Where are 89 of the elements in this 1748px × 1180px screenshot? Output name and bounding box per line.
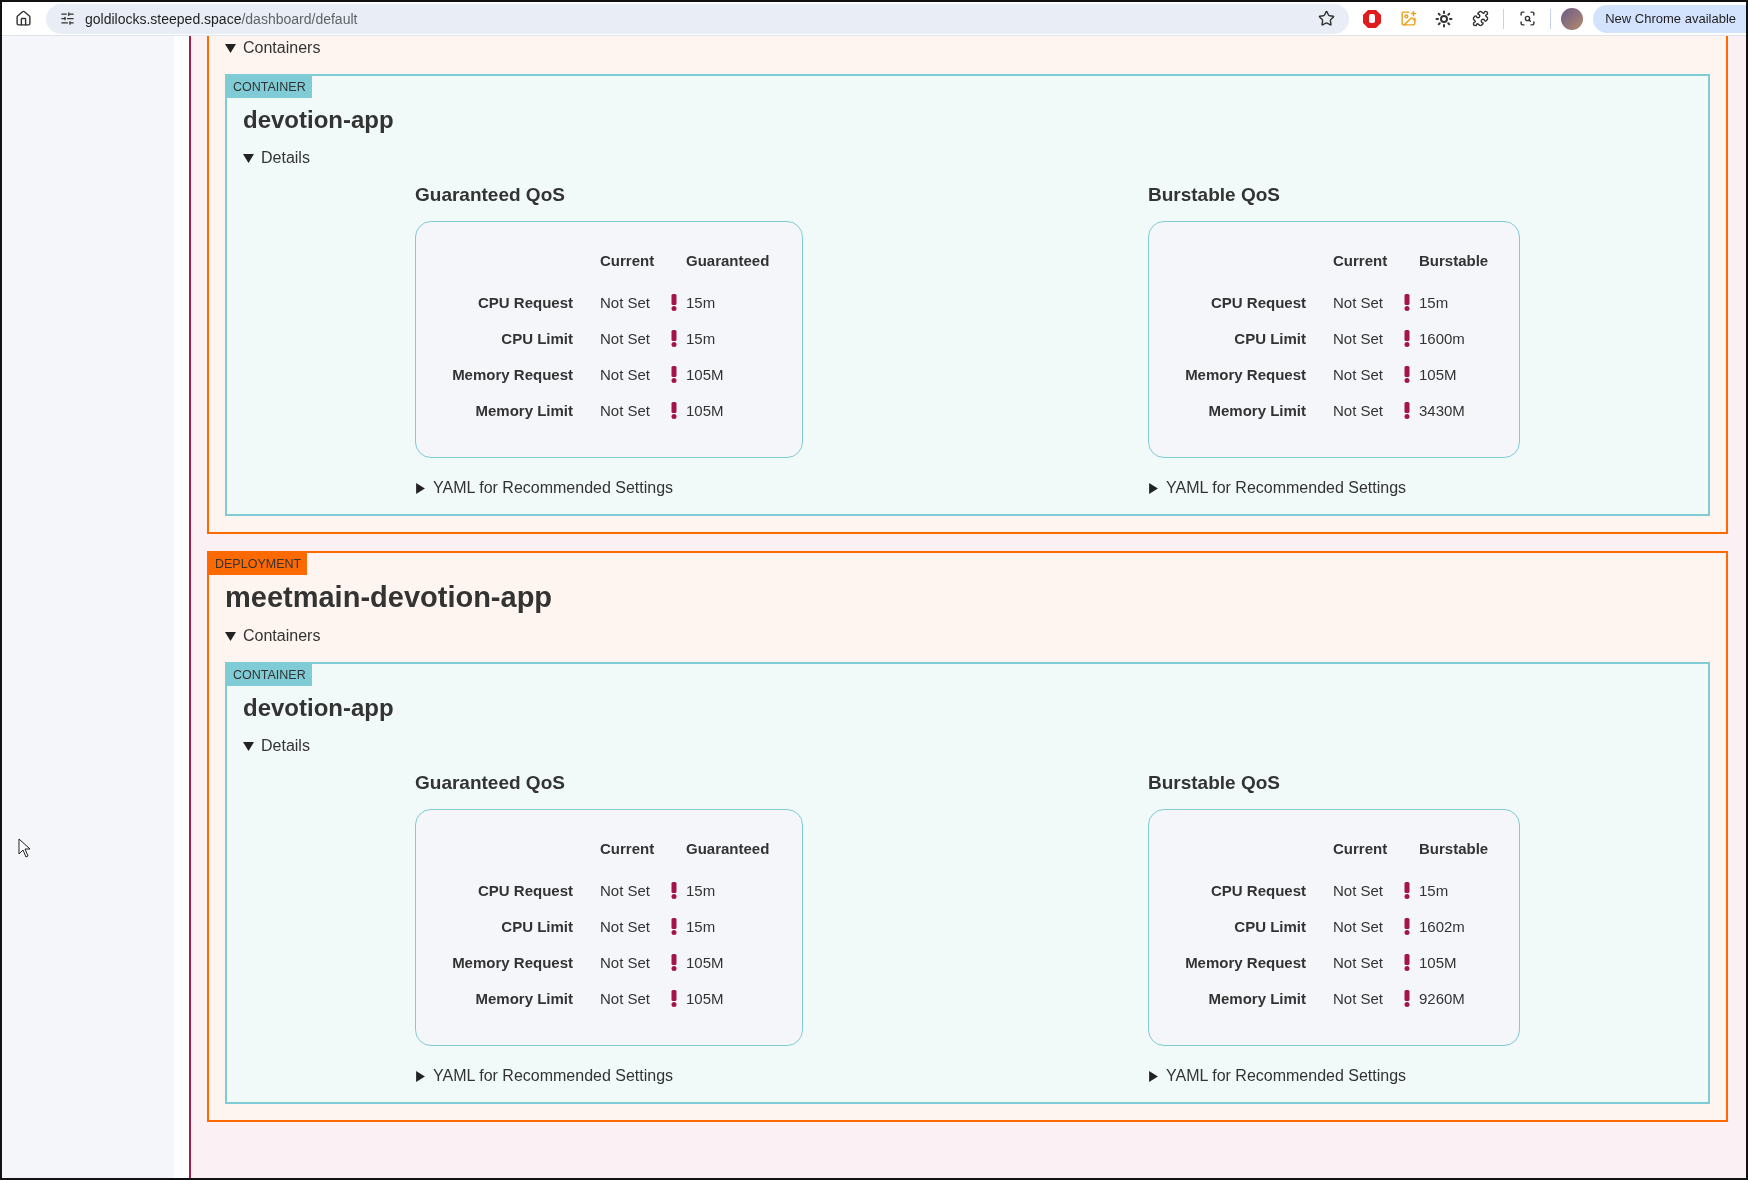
disclosure-toggle[interactable]: Containers	[225, 624, 321, 648]
table-cell: 1602m	[1419, 917, 1465, 935]
row-label: CPU Limit	[501, 917, 573, 935]
caret-icon	[243, 740, 254, 752]
column-header: Current	[600, 839, 655, 857]
table-cell: Not Set	[1333, 365, 1384, 383]
column-header: Burstable	[1419, 839, 1489, 857]
row-label: Memory Request	[1185, 365, 1306, 383]
row-label: Memory Limit	[475, 401, 573, 419]
table-cell: 3430M	[1419, 401, 1465, 419]
cursor-icon	[18, 838, 32, 858]
row-label: Memory Limit	[1208, 401, 1306, 419]
table-cell: Not Set	[1333, 401, 1384, 419]
disclosure-toggle[interactable]: Details	[243, 734, 310, 758]
row-label: CPU Request	[477, 293, 573, 311]
deployment-badge: DEPLOYMENT	[209, 553, 308, 575]
url-text: goldilocks.steeped.space/dashboard/default	[85, 10, 358, 27]
qos-title: Guaranteed QoS	[415, 772, 565, 794]
container-badge: CONTAINER	[227, 76, 312, 98]
qos-title: Burstable QoS	[1148, 184, 1280, 206]
row-label: Memory Request	[452, 953, 573, 971]
disclosure-toggle[interactable]: YAML for Recommended Settings	[415, 1064, 674, 1088]
table-cell: 15m	[686, 293, 716, 311]
site-settings-icon[interactable]	[60, 11, 75, 26]
caret-icon	[225, 42, 236, 54]
row-label: Memory Limit	[1208, 989, 1306, 1007]
table-cell: Not Set	[1333, 329, 1384, 347]
table-cell: Not Set	[600, 329, 651, 347]
disclosure-toggle[interactable]: YAML for Recommended Settings	[1148, 1064, 1407, 1088]
table-cell: 1600m	[1419, 329, 1465, 347]
disclosure-toggle[interactable]: YAML for Recommended Settings	[1148, 476, 1407, 500]
table-cell: Not Set	[600, 917, 651, 935]
column-header: Current	[600, 251, 655, 269]
table-cell: 15m	[686, 917, 716, 935]
table-cell: 15m	[1419, 881, 1449, 899]
deployment-name: meetmain-devotion-app	[225, 581, 554, 614]
star-icon[interactable]	[1318, 10, 1336, 27]
table-cell: 105M	[686, 401, 724, 419]
caret-icon	[1148, 482, 1159, 494]
table-cell: Not Set	[600, 881, 651, 899]
row-label: CPU Limit	[1234, 329, 1306, 347]
container-badge: CONTAINER	[227, 664, 312, 686]
column-header: Current	[1333, 251, 1388, 269]
table-cell: Not Set	[600, 989, 651, 1007]
table-cell: Not Set	[1333, 917, 1384, 935]
table-cell: 105M	[686, 365, 724, 383]
table-cell: 15m	[686, 881, 716, 899]
disclosure-toggle[interactable]: YAML for Recommended Settings	[415, 476, 674, 500]
qos-title: Burstable QoS	[1148, 772, 1280, 794]
table-cell: 15m	[1419, 293, 1449, 311]
column-header: Burstable	[1419, 251, 1489, 269]
caret-icon	[1148, 1070, 1159, 1082]
row-label: Memory Limit	[475, 989, 573, 1007]
row-label: CPU Limit	[1234, 917, 1306, 935]
column-header: Current	[1333, 839, 1388, 857]
table-cell: 9260M	[1419, 989, 1465, 1007]
avatar-icon[interactable]	[1561, 7, 1584, 30]
table-cell: 105M	[686, 989, 724, 1007]
table-cell: 15m	[686, 329, 716, 347]
address-bar[interactable]: goldilocks.steeped.space/dashboard/default	[46, 3, 1350, 34]
row-label: Memory Request	[452, 365, 573, 383]
table-cell: 105M	[686, 953, 724, 971]
row-label: CPU Request	[1210, 881, 1306, 899]
caret-icon	[225, 630, 236, 642]
caret-icon	[415, 482, 426, 494]
column-header: Guaranteed	[686, 251, 770, 269]
table-cell: 105M	[1419, 365, 1457, 383]
table-cell: Not Set	[600, 365, 651, 383]
qos-title: Guaranteed QoS	[415, 184, 565, 206]
caret-icon	[243, 152, 254, 164]
disclosure-toggle[interactable]: Containers	[225, 36, 321, 60]
container-name: devotion-app	[243, 694, 395, 722]
table-cell: Not Set	[1333, 881, 1384, 899]
table-cell: Not Set	[1333, 293, 1384, 311]
table-cell: Not Set	[600, 953, 651, 971]
row-label: Memory Request	[1185, 953, 1306, 971]
container-name: devotion-app	[243, 106, 395, 134]
disclosure-toggle[interactable]: Details	[243, 146, 310, 170]
row-label: CPU Request	[1210, 293, 1306, 311]
table-cell: Not Set	[1333, 989, 1384, 1007]
column-header: Guaranteed	[686, 839, 770, 857]
update-button[interactable]: New Chrome available	[1593, 4, 1746, 33]
caret-icon	[415, 1070, 426, 1082]
row-label: CPU Limit	[501, 329, 573, 347]
table-cell: 105M	[1419, 953, 1457, 971]
row-label: CPU Request	[477, 881, 573, 899]
table-cell: Not Set	[600, 293, 651, 311]
table-cell: Not Set	[600, 401, 651, 419]
table-cell: Not Set	[1333, 953, 1384, 971]
